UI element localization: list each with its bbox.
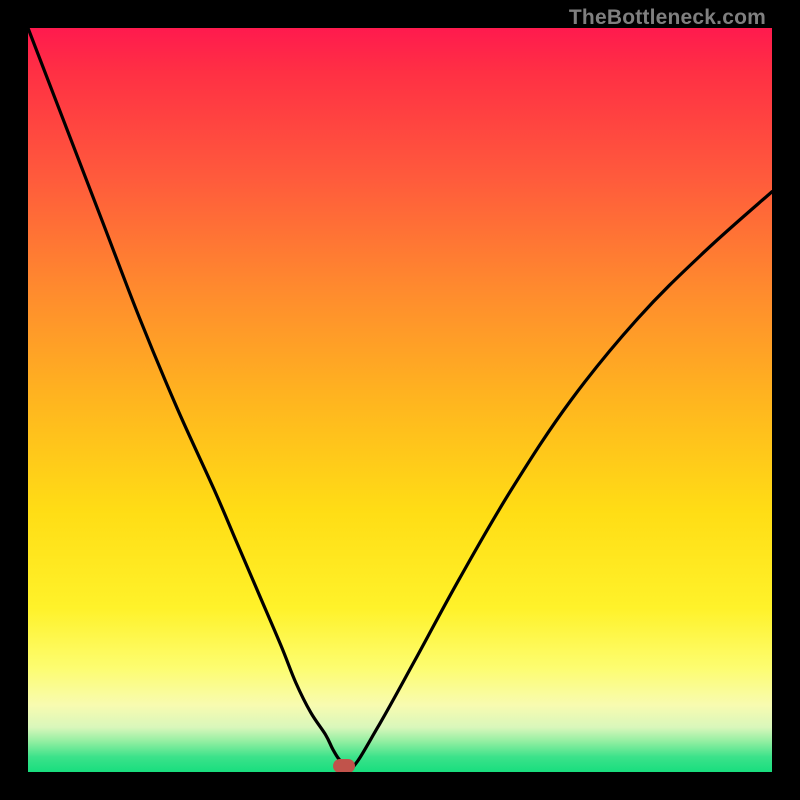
optimal-point-marker	[333, 759, 355, 772]
plot-area	[28, 28, 772, 772]
bottleneck-curve	[28, 28, 772, 772]
watermark-text: TheBottleneck.com	[569, 6, 766, 30]
chart-frame: TheBottleneck.com	[0, 0, 800, 800]
